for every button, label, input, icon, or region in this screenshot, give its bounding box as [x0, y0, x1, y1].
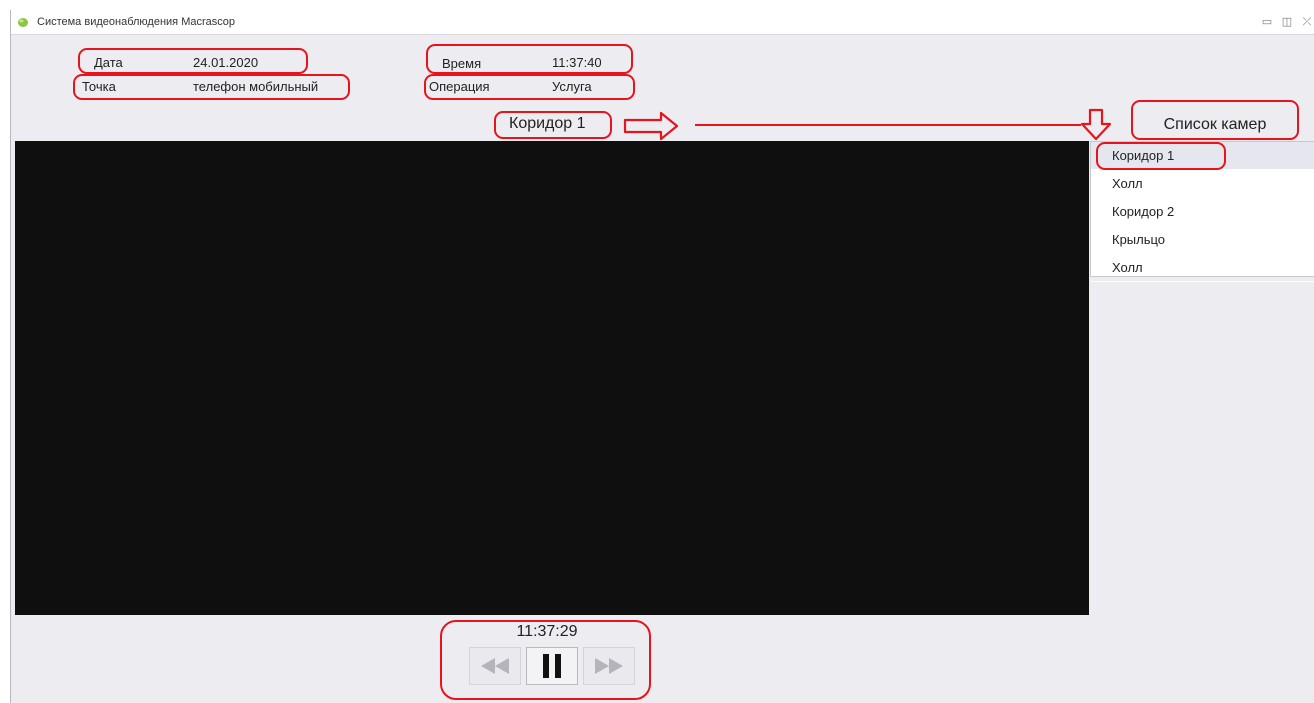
- point-value: телефон мобильный: [193, 79, 319, 94]
- pause-button[interactable]: [526, 647, 578, 685]
- fast-forward-icon: [595, 658, 623, 674]
- camera-list: Коридор 1 Холл Коридор 2 Крыльцо Холл: [1090, 141, 1314, 282]
- annotation-down-arrow-icon: [1080, 108, 1112, 141]
- point-label: Точка: [82, 79, 116, 94]
- fast-forward-button[interactable]: [583, 647, 635, 685]
- playback-timestamp: 11:37:29: [516, 623, 578, 640]
- annotation-connector-line: [695, 124, 1081, 126]
- time-value: 11:37:40: [552, 55, 602, 70]
- video-viewport[interactable]: [15, 141, 1089, 615]
- maximize-icon[interactable]: ◫: [1280, 15, 1294, 29]
- minimize-icon[interactable]: ▭: [1260, 15, 1274, 29]
- annotation-arrow-icon: [623, 111, 679, 141]
- window-title: Система видеонаблюдения Macrascop: [37, 16, 235, 28]
- current-camera-title: Коридор 1: [509, 115, 586, 132]
- operation-value: Услуга: [552, 79, 592, 94]
- rewind-icon: [481, 658, 509, 674]
- rewind-button[interactable]: [469, 647, 521, 685]
- camera-list-item[interactable]: Холл: [1091, 170, 1314, 198]
- camera-list-item[interactable]: Крыльцо: [1091, 226, 1314, 254]
- camera-list-button[interactable]: Список камер: [1131, 108, 1299, 142]
- date-label: Дата: [94, 55, 123, 70]
- pause-icon: [543, 654, 561, 678]
- camera-list-item[interactable]: Холл: [1091, 254, 1314, 282]
- app-window: Система видеонаблюдения Macrascop ▭ ◫ ⤫ …: [10, 10, 1314, 703]
- close-icon[interactable]: ⤫: [1300, 15, 1314, 29]
- app-logo-icon: [18, 18, 28, 27]
- camera-list-item[interactable]: Коридор 1: [1091, 142, 1314, 170]
- date-value: 24.01.2020: [193, 55, 259, 70]
- operation-label: Операция: [429, 79, 490, 94]
- camera-list-item[interactable]: Коридор 2: [1091, 198, 1314, 226]
- time-label: Время: [442, 56, 482, 71]
- title-bar: Система видеонаблюдения Macrascop ▭ ◫ ⤫: [11, 10, 1314, 35]
